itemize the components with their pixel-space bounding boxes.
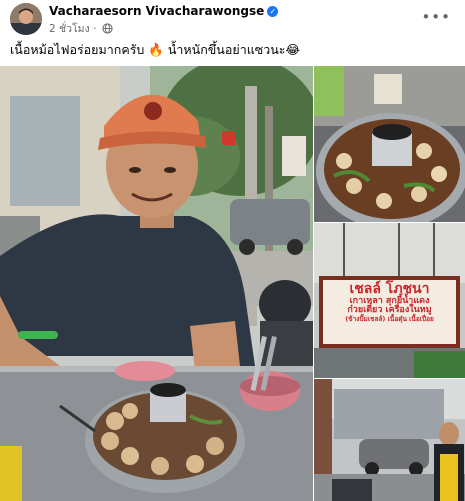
verified-badge-icon: ✓ — [267, 6, 279, 17]
post-caption: เนื้อหม้อไฟอร่อยมากครับ 🔥 น้ำหนักขึ้นอย่… — [10, 42, 301, 57]
post-header: Vacharaesorn Vivacharawongse ✓ 2 ชั่วโมง … — [0, 0, 465, 38]
post-time[interactable]: 2 ชั่วโมง — [49, 23, 90, 35]
post-meta: 2 ชั่วโมง · — [49, 20, 113, 37]
photo-street[interactable] — [314, 379, 465, 501]
photo-main[interactable] — [0, 66, 313, 501]
photo-grid: เชลล์ โภชนา เกาเหลา สุกยี้น้ำแดง ก๋วยเตี… — [0, 66, 465, 501]
sign-title: เชลล์ โภชนา — [349, 281, 430, 297]
sign-line-4: (ข้างปั๊มเชลล์) เนื้อตุ๋น เนื้อเปื่อย — [345, 314, 434, 323]
author-avatar[interactable] — [10, 3, 42, 35]
author-name-text[interactable]: Vacharaesorn Vivacharawongse — [49, 4, 264, 18]
photo-hotpot[interactable] — [314, 66, 465, 222]
author-name[interactable]: Vacharaesorn Vivacharawongse ✓ — [49, 4, 279, 18]
shop-sign-text: เชลล์ โภชนา เกาเหลา สุกยี้น้ำแดง ก๋วยเตี… — [323, 282, 456, 322]
globe-icon — [102, 23, 113, 37]
more-options-icon[interactable]: ••• — [421, 8, 451, 26]
